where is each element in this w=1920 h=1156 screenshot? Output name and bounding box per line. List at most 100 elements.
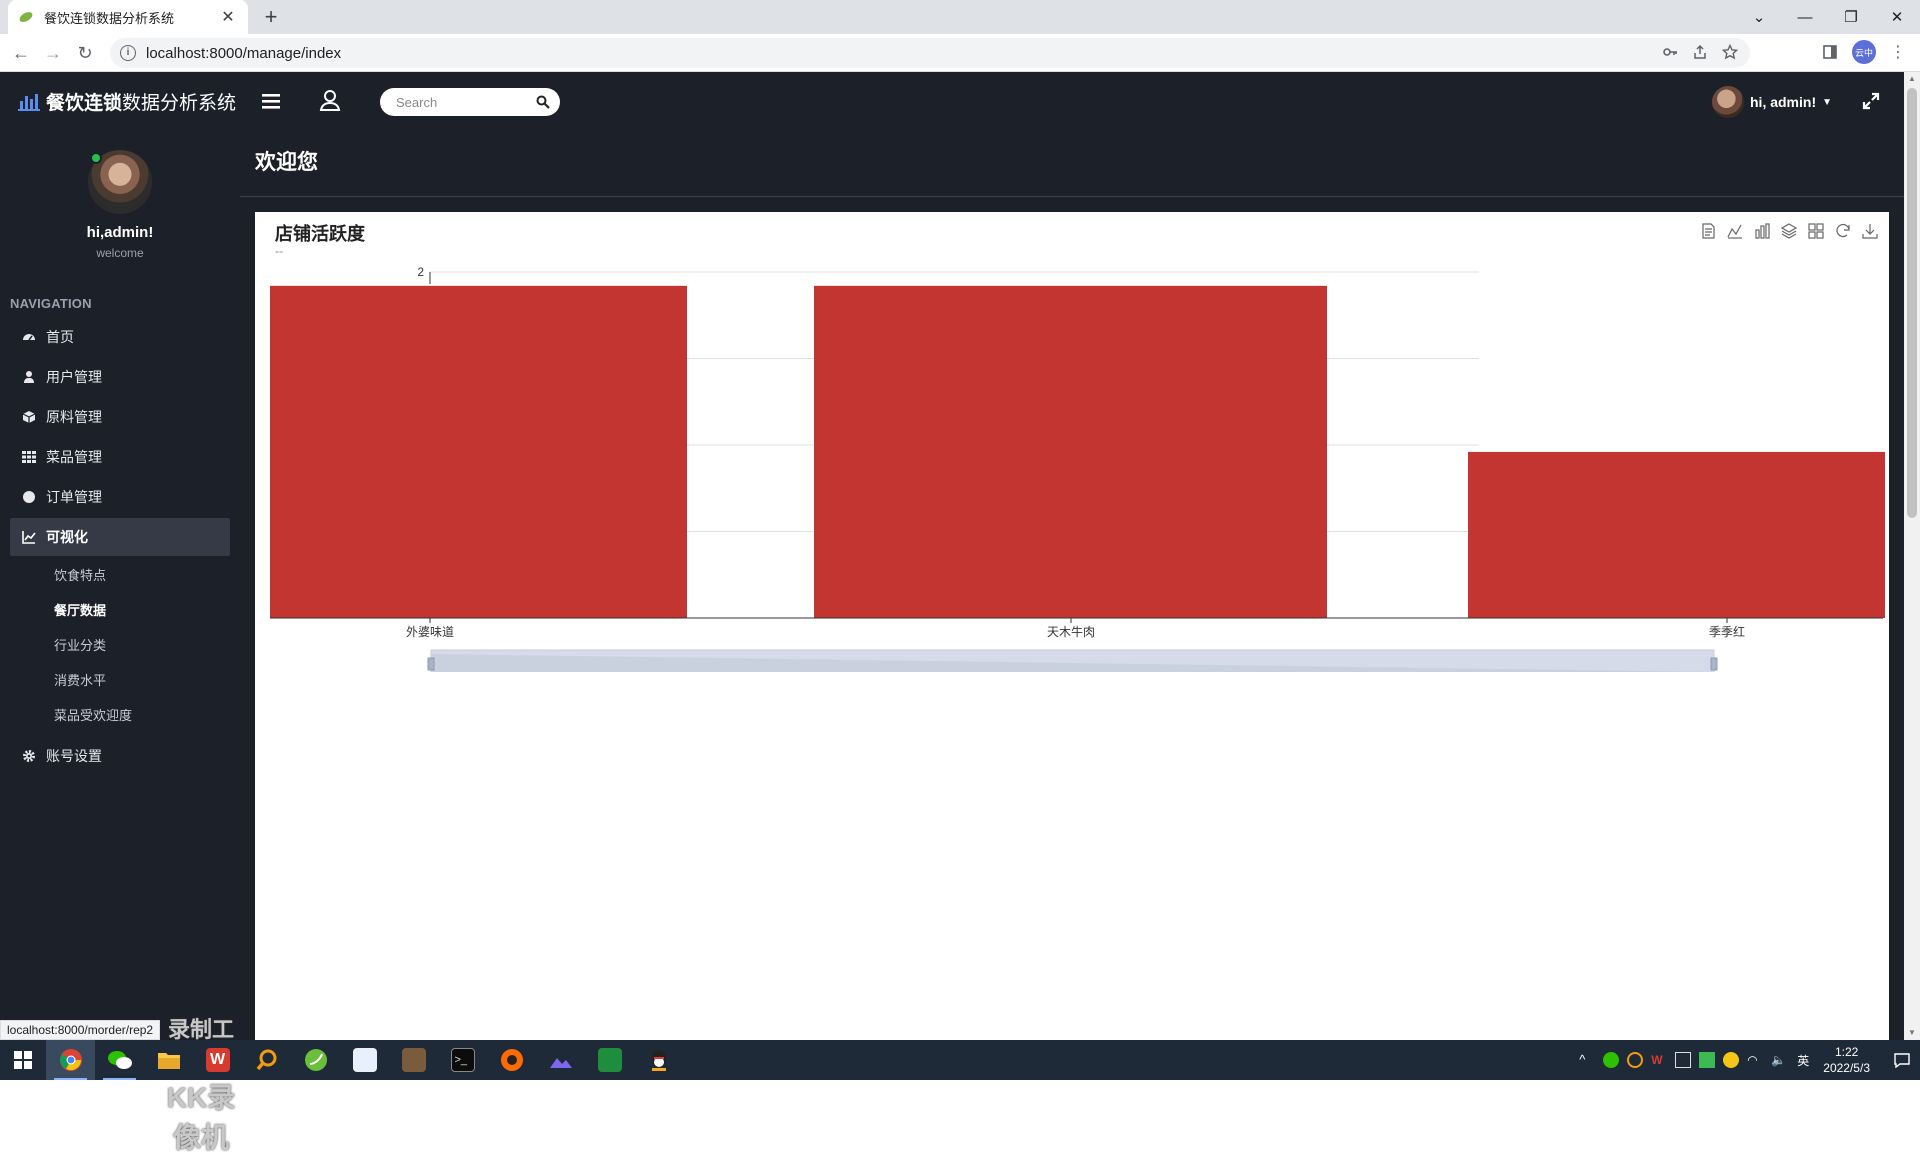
restore-icon[interactable] bbox=[1834, 222, 1852, 240]
terminal-icon: >_ bbox=[450, 1048, 475, 1072]
hamburger-menu-icon[interactable] bbox=[260, 90, 282, 112]
fullscreen-expand-icon[interactable] bbox=[1862, 92, 1880, 110]
recorder-watermark: 录制工具 KK录像机 bbox=[162, 1012, 240, 1156]
chart-title: 店铺活跃度 bbox=[275, 224, 365, 244]
stack-icon[interactable] bbox=[1780, 222, 1798, 240]
browser-tab[interactable]: 餐饮连锁数据分析系统 ✕ bbox=[8, 0, 248, 34]
notification-center-icon[interactable] bbox=[1884, 1052, 1920, 1068]
nav-list: 首页 用户管理 原料管理 菜品管理 订单管理 可视化 饮食特点 餐厅数据 行业分… bbox=[10, 318, 230, 777]
taskbar-app-photos[interactable] bbox=[536, 1040, 585, 1080]
sidebar-avatar-wrap bbox=[88, 150, 152, 214]
sidebar-item-home[interactable]: 首页 bbox=[10, 318, 230, 356]
taskbar-clock[interactable]: 1:22 2022/5/3 bbox=[1823, 1044, 1870, 1076]
user-dropdown[interactable]: hi, admin! ▼ bbox=[1712, 86, 1832, 118]
brand[interactable]: 餐饮连锁 数据分析系统 bbox=[18, 88, 236, 115]
reload-button[interactable]: ↻ bbox=[72, 40, 98, 66]
visualization-submenu: 饮食特点 餐厅数据 行业分类 消费水平 菜品受欢迎度 bbox=[10, 558, 230, 733]
datazoom-slider[interactable] bbox=[427, 649, 1718, 672]
wechat-icon bbox=[107, 1051, 132, 1069]
search-box[interactable] bbox=[380, 88, 560, 116]
share-icon[interactable] bbox=[1692, 44, 1708, 60]
tray-battery-icon[interactable] bbox=[1699, 1052, 1716, 1068]
taskbar-chrome[interactable] bbox=[46, 1040, 95, 1080]
search-input[interactable] bbox=[394, 93, 524, 111]
tray-overflow-icon[interactable]: ^ bbox=[1579, 1052, 1595, 1068]
taskbar-wechat[interactable] bbox=[95, 1040, 144, 1080]
sidebar-item-materials[interactable]: 原料管理 bbox=[10, 398, 230, 436]
download-icon[interactable] bbox=[1861, 222, 1879, 240]
sidebar-item-users[interactable]: 用户管理 bbox=[10, 358, 230, 396]
taskbar-app-network[interactable] bbox=[340, 1040, 389, 1080]
forward-button[interactable]: → bbox=[40, 40, 66, 66]
tiled-icon[interactable] bbox=[1807, 222, 1825, 240]
minimize-button[interactable]: — bbox=[1782, 0, 1828, 34]
new-tab-button[interactable]: + bbox=[258, 4, 284, 30]
tab-title: 餐饮连锁数据分析系统 bbox=[44, 10, 175, 26]
sidebar-item-orders[interactable]: 订单管理 bbox=[10, 478, 230, 516]
tab-search-icon[interactable]: ⌄ bbox=[1736, 0, 1782, 34]
side-panel-icon[interactable] bbox=[1822, 44, 1838, 60]
tray-wps-icon[interactable]: W bbox=[1651, 1052, 1667, 1068]
key-icon[interactable] bbox=[1662, 44, 1678, 60]
profile-avatar[interactable]: 云中 bbox=[1852, 40, 1876, 64]
cube-icon bbox=[22, 411, 36, 423]
tray-search-icon[interactable] bbox=[1627, 1052, 1644, 1068]
taskbar-qq[interactable] bbox=[634, 1040, 683, 1080]
scroll-down-arrow-icon[interactable]: ▼ bbox=[1904, 1026, 1920, 1040]
bookmark-star-icon[interactable] bbox=[1722, 44, 1738, 60]
tray-usb-icon[interactable] bbox=[1675, 1052, 1692, 1068]
sidebar-item-visualization[interactable]: 可视化 bbox=[10, 518, 230, 556]
taskbar-terminal[interactable]: >_ bbox=[438, 1040, 487, 1080]
x-tick-label: 外婆味道 bbox=[406, 625, 454, 639]
user-outline-icon[interactable] bbox=[318, 88, 342, 112]
browser-toolbar: ← → ↻ i localhost:8000/manage/index 云中 ⋮ bbox=[0, 34, 1920, 72]
grid-icon bbox=[22, 451, 36, 463]
start-button[interactable] bbox=[0, 1040, 46, 1080]
taskbar-wps[interactable]: W bbox=[193, 1040, 242, 1080]
submenu-item-industry[interactable]: 行业分类 bbox=[54, 628, 230, 663]
wifi-icon[interactable]: ◠ bbox=[1747, 1052, 1763, 1068]
browser-menu-icon[interactable]: ⋮ bbox=[1890, 42, 1906, 62]
scrollbar-thumb[interactable] bbox=[1907, 88, 1917, 518]
back-button[interactable]: ← bbox=[8, 40, 34, 66]
datazoom-handle-left bbox=[427, 657, 435, 671]
site-info-icon[interactable]: i bbox=[120, 45, 136, 61]
status-url-tooltip: localhost:8000/morder/rep2 bbox=[0, 1020, 161, 1040]
line-chart-icon[interactable] bbox=[1726, 222, 1744, 240]
sidebar-item-label: 可视化 bbox=[46, 529, 88, 545]
tray-app-icon[interactable] bbox=[1723, 1052, 1740, 1068]
taskbar-app-green[interactable] bbox=[291, 1040, 340, 1080]
search-icon[interactable] bbox=[536, 95, 550, 109]
sidebar-item-label: 订单管理 bbox=[46, 489, 102, 505]
tray-wechat-icon[interactable] bbox=[1603, 1052, 1620, 1068]
taskbar-app-sheet[interactable] bbox=[585, 1040, 634, 1080]
sidebar-item-label: 首页 bbox=[46, 329, 74, 345]
gear-icon bbox=[23, 750, 35, 762]
bar bbox=[270, 285, 687, 618]
sidebar-user-name: hi,admin! bbox=[86, 224, 154, 241]
submenu-item-restaurant-data[interactable]: 餐厅数据 bbox=[54, 593, 230, 628]
taskbar-app-orange[interactable] bbox=[487, 1040, 536, 1080]
close-window-button[interactable]: ✕ bbox=[1874, 0, 1920, 34]
x-tick-label: 季季红 bbox=[1709, 624, 1745, 639]
scroll-up-arrow-icon[interactable]: ▲ bbox=[1904, 72, 1920, 86]
mountain-app-icon bbox=[549, 1058, 572, 1068]
ime-indicator[interactable]: 英 bbox=[1797, 1052, 1809, 1069]
submenu-item-diet[interactable]: 饮食特点 bbox=[54, 558, 230, 593]
page-scrollbar[interactable]: ▲ ▼ bbox=[1904, 72, 1920, 1040]
sidebar-item-account-settings[interactable]: 账号设置 bbox=[10, 737, 230, 775]
volume-icon[interactable]: 🔈 bbox=[1771, 1052, 1787, 1068]
submenu-item-dish-popularity[interactable]: 菜品受欢迎度 bbox=[54, 698, 230, 733]
submenu-item-consumption[interactable]: 消费水平 bbox=[54, 663, 230, 698]
restore-button[interactable]: ❐ bbox=[1828, 0, 1874, 34]
bar-chart-icon bbox=[18, 93, 40, 111]
data-view-icon[interactable] bbox=[1699, 222, 1717, 240]
game-app-icon bbox=[401, 1048, 426, 1072]
taskbar-explorer[interactable] bbox=[144, 1040, 193, 1080]
bar-chart-toggle-icon[interactable] bbox=[1753, 222, 1771, 240]
taskbar-search-app[interactable] bbox=[242, 1040, 291, 1080]
sidebar-item-dishes[interactable]: 菜品管理 bbox=[10, 438, 230, 476]
taskbar-app-game[interactable] bbox=[389, 1040, 438, 1080]
tab-close-icon[interactable]: ✕ bbox=[218, 7, 238, 27]
address-bar[interactable]: i localhost:8000/manage/index bbox=[110, 38, 1750, 68]
